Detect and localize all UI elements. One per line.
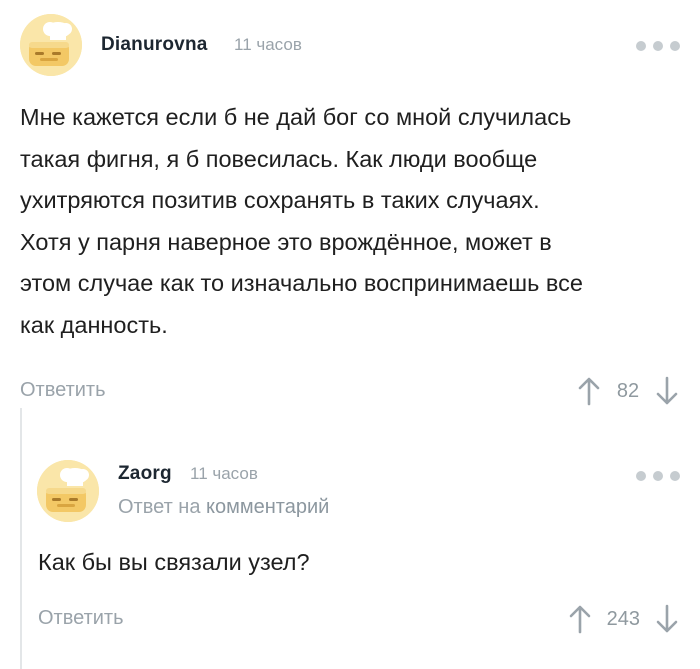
vote-score: 82 <box>616 379 640 402</box>
comment-text-line: Как бы вы связали узел? <box>38 549 310 575</box>
arrow-down-icon[interactable] <box>654 375 680 407</box>
comment-text-line: как данность. <box>20 311 168 338</box>
comment-text-line: ухитряются позитив сохранять в таких слу… <box>20 187 540 213</box>
vote-control: 82 <box>576 373 680 409</box>
comment-text-line: Мне кажется если б не дай бог со мной сл… <box>20 104 572 130</box>
arrow-up-icon[interactable] <box>567 603 593 635</box>
comment-time: 11 часов <box>234 35 302 54</box>
reply-button[interactable]: Ответить <box>38 607 124 630</box>
comment-text-line: такая фигня, я б повесилась. Как люди во… <box>20 145 538 172</box>
comment-author[interactable]: Zaorg <box>118 463 172 485</box>
toaster-chef-icon <box>37 460 99 522</box>
toaster-chef-icon <box>20 14 82 76</box>
reply-to-link[interactable]: комментарий <box>206 496 329 518</box>
comment-author[interactable]: Dianurovna <box>101 34 208 56</box>
reply-button[interactable]: Ответить <box>20 379 106 402</box>
avatar[interactable] <box>37 460 99 522</box>
arrow-down-icon[interactable] <box>654 603 680 635</box>
more-dots-icon[interactable] <box>636 40 680 52</box>
avatar[interactable] <box>20 14 82 76</box>
reply-comment: Zaorg 11 часов Ответ на комментарий Как … <box>0 430 700 669</box>
more-dots-icon[interactable] <box>636 470 680 482</box>
vote-control: 243 <box>567 601 680 637</box>
comment: Dianurovna 11 часов Мне кажется если б н… <box>0 0 700 420</box>
comment-text-line: этом случае как то изначально воспринима… <box>20 270 583 296</box>
comment-text: Мне кажется если б не дай бог со мной сл… <box>20 97 680 346</box>
comment-text: Как бы вы связали узел? <box>38 542 678 584</box>
comment-text-line: Хотя у парня наверное это врождённое, мо… <box>20 228 552 255</box>
reply-to-label: Ответ на комментарий <box>118 496 329 519</box>
arrow-up-icon[interactable] <box>576 375 602 407</box>
comment-time: 11 часов <box>190 464 258 483</box>
reply-to-prefix: Ответ на <box>118 496 201 518</box>
vote-score: 243 <box>606 607 640 630</box>
